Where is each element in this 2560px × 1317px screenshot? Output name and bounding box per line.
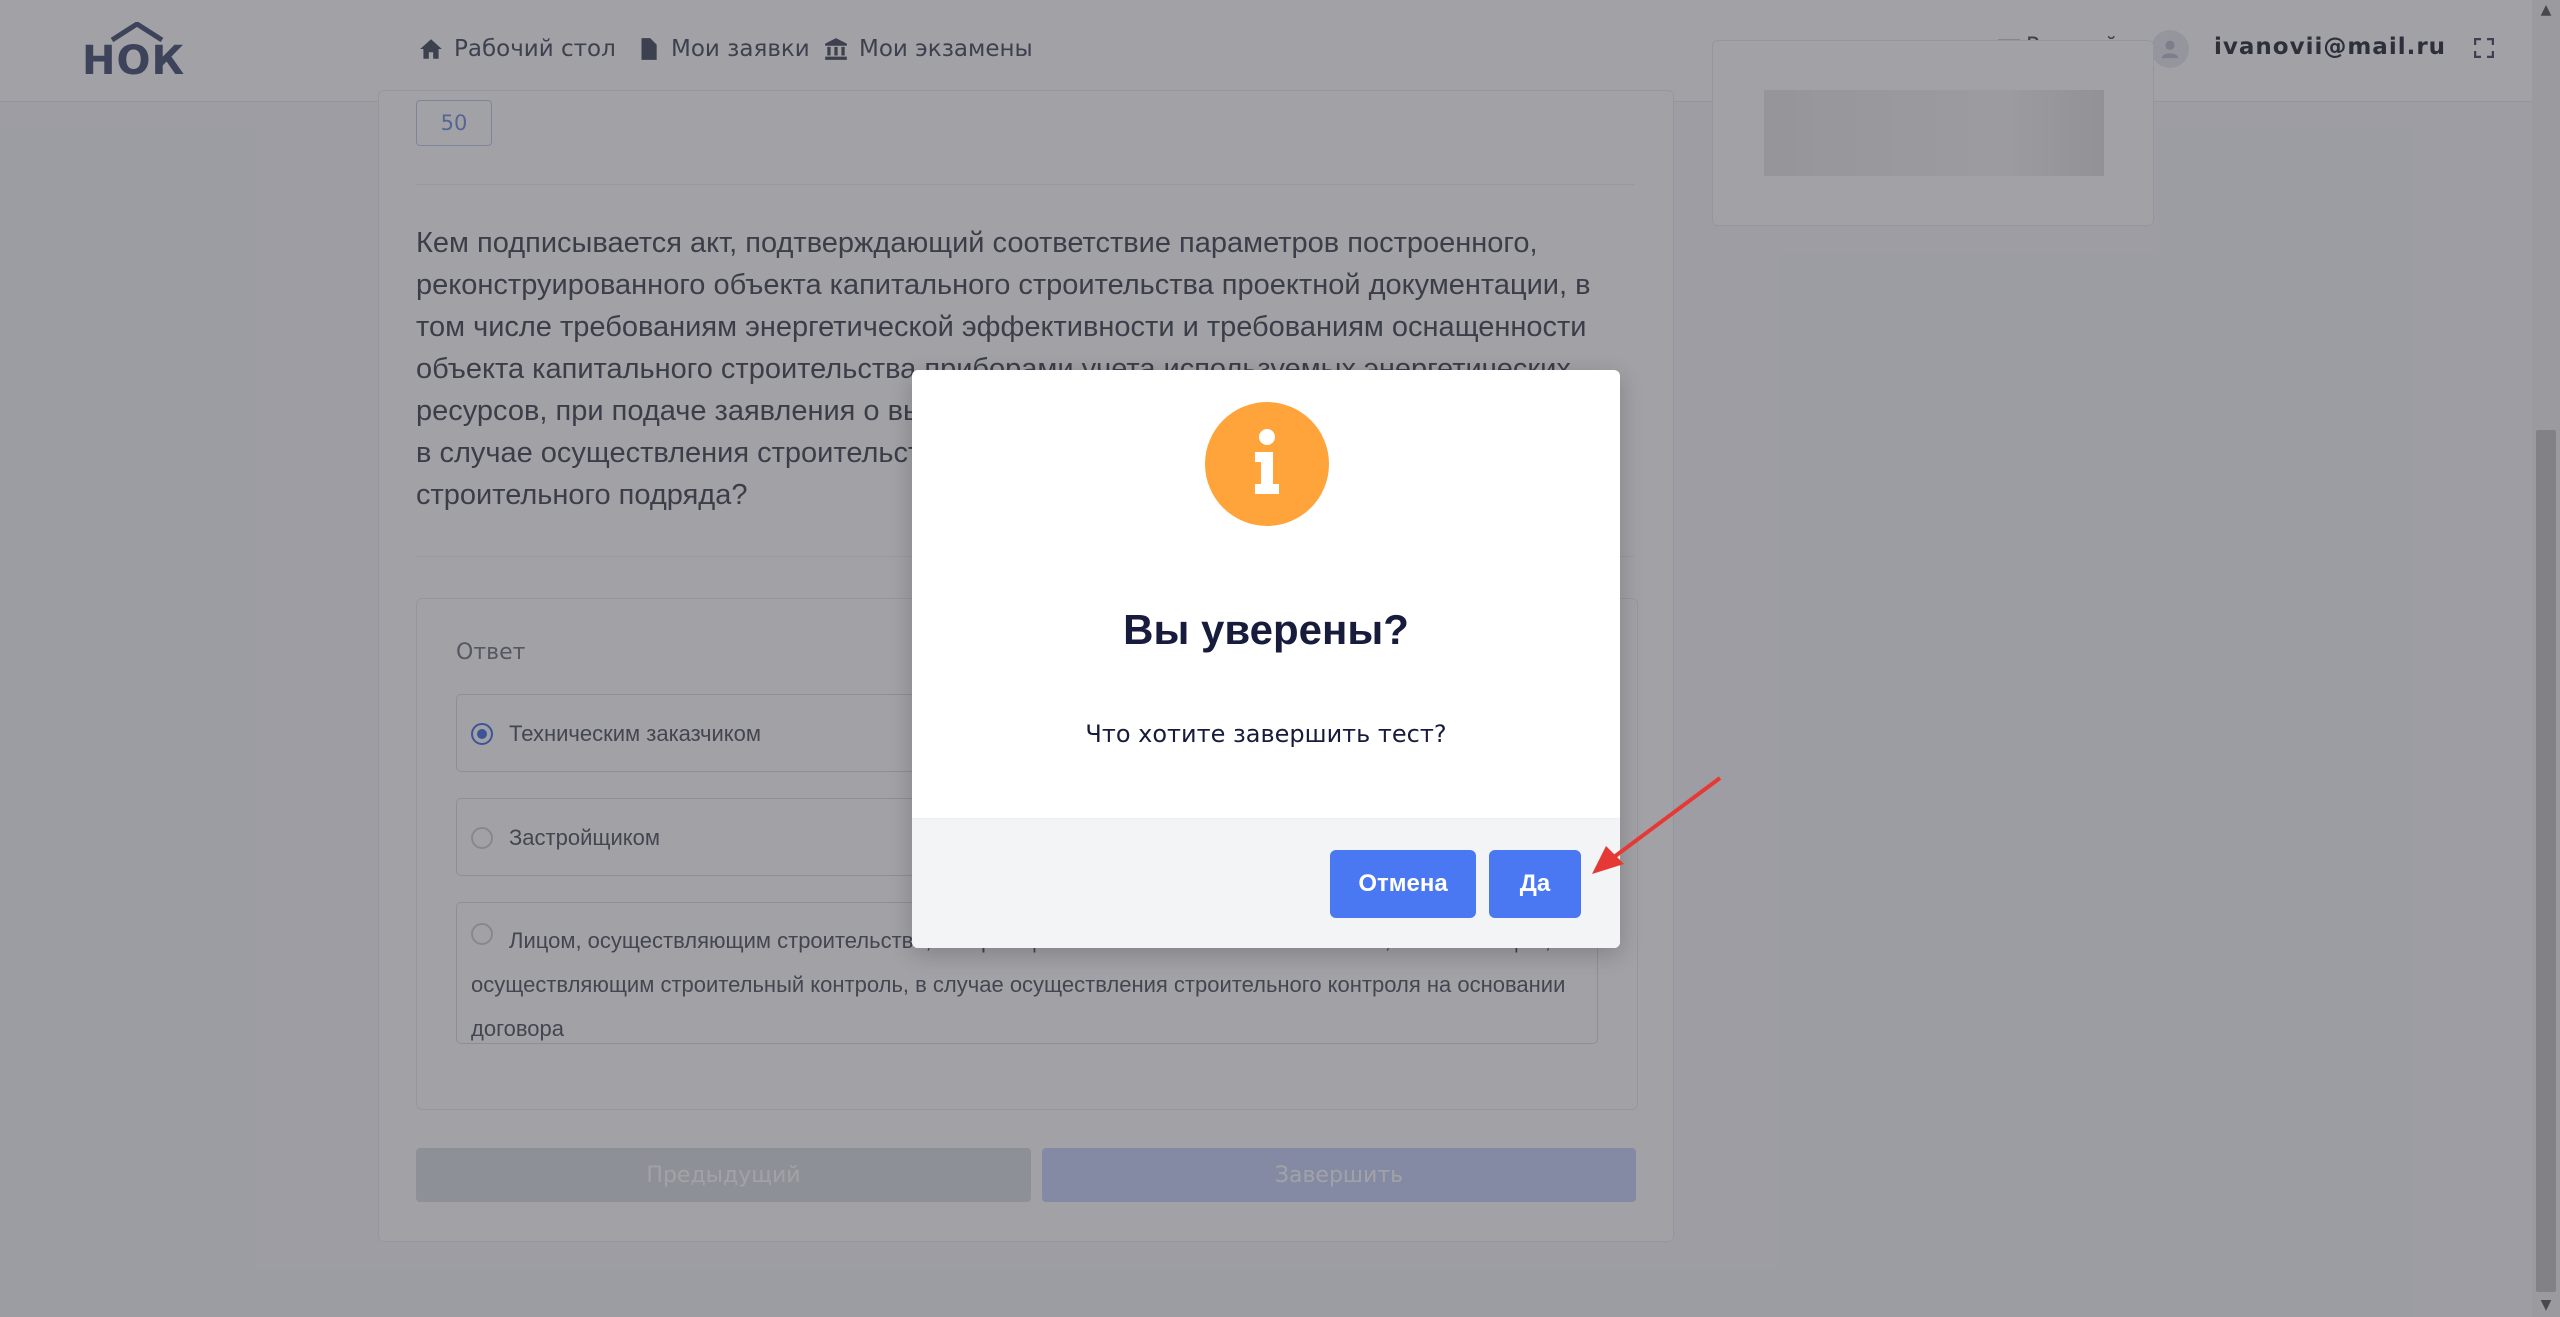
dialog-title: Вы уверены? [1123, 606, 1409, 653]
info-icon [1205, 402, 1329, 526]
confirm-dialog: Вы уверены? Что хотите завершить тест? О… [912, 370, 1620, 948]
dialog-message: Что хотите завершить тест? [1085, 720, 1447, 748]
annotation-arrow-icon [1592, 776, 1722, 874]
cancel-button[interactable]: Отмена [1330, 850, 1476, 918]
confirm-button[interactable]: Да [1489, 850, 1581, 918]
